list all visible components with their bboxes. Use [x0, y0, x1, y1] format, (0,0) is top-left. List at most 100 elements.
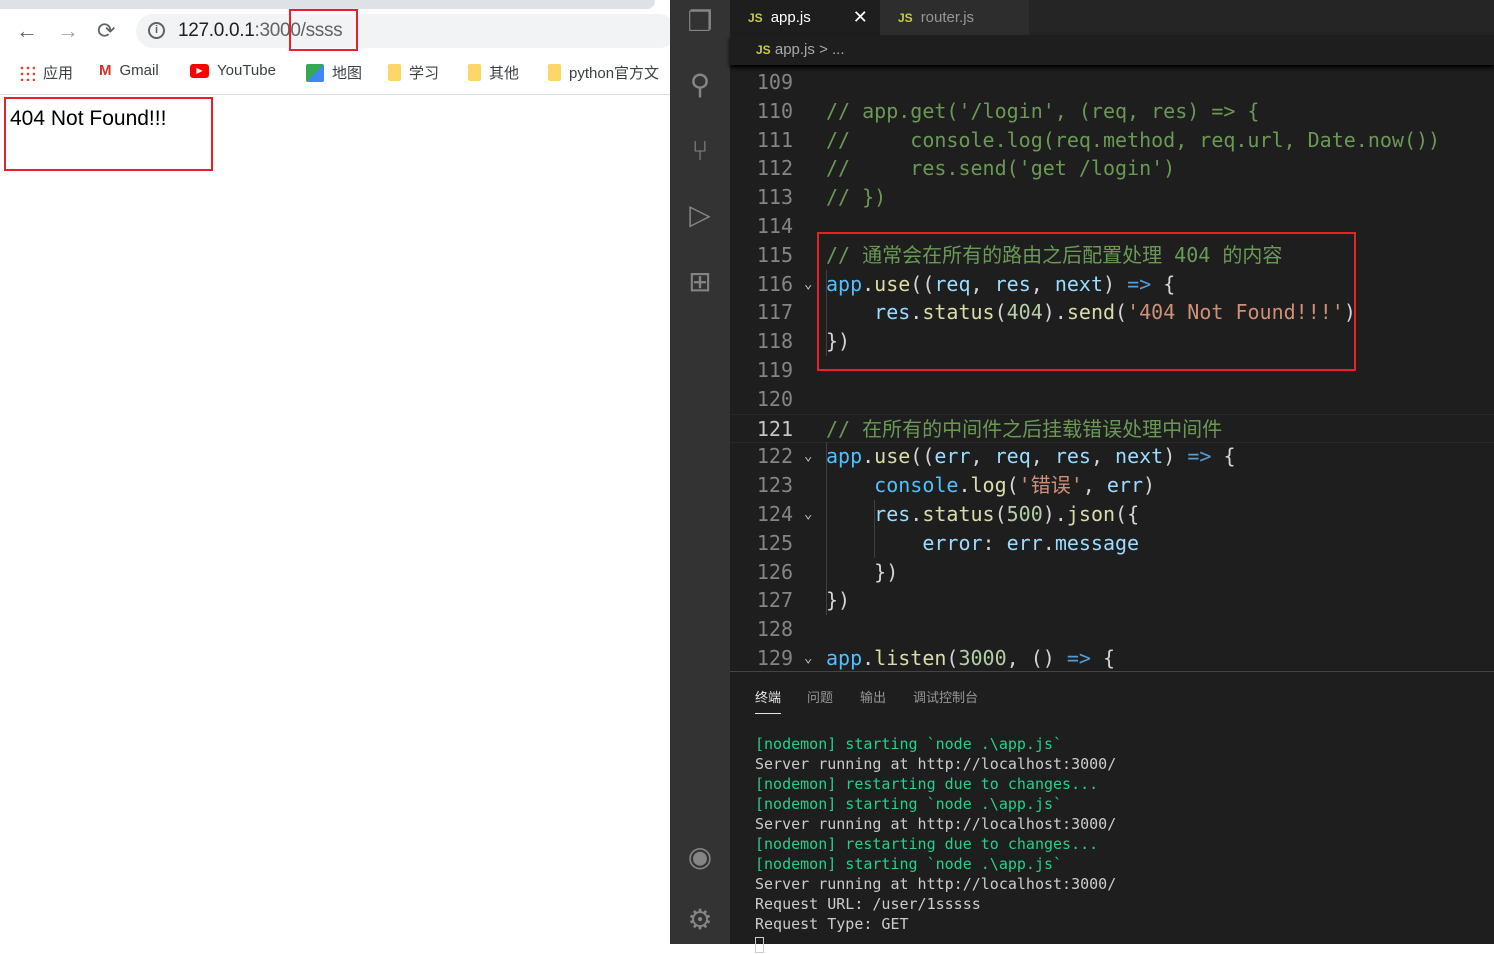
code-token: status: [922, 502, 995, 526]
code-token: .: [958, 473, 971, 498]
js-file-icon: JS: [756, 43, 771, 57]
terminal-line: Request URL: /user/1sssss: [755, 895, 981, 913]
run-debug-icon[interactable]: ▷: [683, 198, 717, 232]
terminal-line: [nodemon] starting `node .\app.js`: [755, 795, 1063, 813]
reload-button[interactable]: ⟳: [97, 18, 115, 44]
panel-tab-problems[interactable]: 问题: [807, 687, 833, 706]
youtube-icon: ▶: [190, 63, 209, 78]
code-line[interactable]: 124 ⌄ res.status(500).json({: [730, 500, 1494, 529]
line-number: 111: [756, 127, 793, 152]
line-number: 119: [756, 358, 793, 382]
bookmark-apps[interactable]: 应用: [19, 62, 73, 83]
line-number: 109: [756, 70, 793, 94]
bookmark-label: python官方文: [569, 65, 660, 82]
terminal-line: Request Type: GET: [755, 915, 909, 933]
code-line[interactable]: 112 // res.send('get /login'): [730, 154, 1494, 183]
code-line[interactable]: 110 // app.get('/login', (req, res) => {: [730, 97, 1494, 126]
code-token: ): [1142, 473, 1156, 498]
breadcrumb-separator: >: [819, 41, 828, 58]
bookmark-youtube[interactable]: ▶ YouTube: [190, 62, 276, 79]
settings-gear-icon[interactable]: ⚙: [683, 903, 717, 937]
code-line[interactable]: 126 }): [730, 558, 1494, 587]
account-icon[interactable]: ◉: [683, 840, 717, 874]
code-text: app.use((err, req, res, next) => {: [826, 442, 1236, 471]
code-token: err: [934, 444, 971, 469]
code-token: log: [970, 473, 1007, 498]
address-bar[interactable]: i 127.0.0.1:3000/ssss: [136, 14, 676, 48]
breadcrumb-symbol[interactable]: ...: [832, 41, 845, 58]
code-line[interactable]: 121 // 在所有的中间件之后挂载错误处理中间件: [730, 413, 1494, 444]
url-highlight-box: [289, 9, 358, 51]
bookmark-maps[interactable]: 地图: [306, 62, 362, 83]
code-text: // res.send('get /login'): [826, 154, 1175, 183]
line-number: 124: [756, 502, 793, 526]
close-icon[interactable]: ✕: [853, 7, 868, 28]
site-info-icon[interactable]: i: [148, 22, 165, 39]
tab-app-js[interactable]: JS app.js ✕: [730, 0, 880, 35]
code-token: =>: [1187, 444, 1212, 469]
terminal-cursor: [755, 936, 764, 953]
back-button[interactable]: ←: [16, 18, 38, 44]
bookmark-gmail[interactable]: M Gmail: [99, 62, 159, 79]
line-number: 129: [756, 646, 793, 670]
code-line[interactable]: 128: [730, 615, 1494, 644]
code-token: ,: [1082, 473, 1107, 498]
extensions-icon[interactable]: ⊞: [683, 265, 717, 299]
apps-grid-icon: [19, 64, 35, 81]
fold-chevron-icon[interactable]: ⌄: [804, 644, 812, 671]
code-token: 3000: [958, 646, 1007, 670]
code-text: // 在所有的中间件之后挂载错误处理中间件: [826, 415, 1222, 444]
code-line[interactable]: 123 console.log('错误', err): [730, 471, 1494, 500]
code-token: // console.log(req.method, req.url, Date…: [826, 127, 1441, 152]
line-number: 110: [756, 98, 793, 123]
forward-button[interactable]: →: [57, 18, 79, 44]
fold-chevron-icon[interactable]: ⌄: [804, 270, 812, 299]
breadcrumb-file[interactable]: app.js: [775, 41, 815, 58]
panel-tab-debug-console[interactable]: 调试控制台: [913, 687, 978, 706]
bookmark-label: Gmail: [119, 62, 159, 79]
code-line[interactable]: 122 ⌄ app.use((err, req, res, next) => {: [730, 442, 1494, 471]
code-text: res.status(500).json({: [826, 500, 1139, 529]
maps-icon: [306, 63, 324, 82]
terminal-line: Server running at http://localhost:3000/: [755, 875, 1117, 893]
code-line[interactable]: 125 error: err.message: [730, 529, 1494, 558]
code-token: ,: [1030, 444, 1055, 469]
code-line[interactable]: 111 // console.log(req.method, req.url, D…: [730, 126, 1494, 155]
indent-guide: [826, 442, 827, 616]
code-line[interactable]: 113 // }): [730, 183, 1494, 212]
code-line[interactable]: 129 ⌄ app.listen(3000, () => {: [730, 644, 1494, 671]
bookmark-folder-python[interactable]: python官方文: [548, 62, 659, 83]
line-number: 127: [756, 588, 793, 613]
code-text: // console.log(req.method, req.url, Date…: [826, 126, 1440, 155]
bookmark-folder-other[interactable]: 其他: [468, 62, 519, 83]
tab-router-js[interactable]: JS router.js: [880, 0, 1029, 35]
code-line[interactable]: 109: [730, 68, 1494, 97]
fold-chevron-icon[interactable]: ⌄: [804, 500, 812, 529]
search-icon[interactable]: ⚲: [683, 68, 717, 102]
bookmark-label: 地图: [332, 65, 363, 82]
fold-chevron-icon[interactable]: ⌄: [804, 442, 812, 471]
code-token: .: [862, 646, 875, 670]
url-host: 127.0.0.1: [178, 20, 255, 41]
explorer-icon[interactable]: ❐: [683, 5, 717, 39]
bookmark-folder-study[interactable]: 学习: [388, 62, 439, 83]
code-token: // app.get('/login', (req, res) => {: [826, 98, 1260, 123]
code-token: res: [1054, 444, 1091, 469]
js-file-icon: JS: [748, 10, 763, 25]
source-control-icon[interactable]: ⑂: [683, 134, 717, 168]
code-line[interactable]: 120: [730, 385, 1494, 414]
code-token: =>: [1066, 646, 1091, 670]
terminal-output[interactable]: [nodemon] starting `node .\app.js` Server…: [755, 734, 1116, 954]
code-token: ,: [970, 444, 995, 469]
tab-label: router.js: [920, 9, 975, 26]
panel-tab-output[interactable]: 输出: [860, 687, 886, 706]
code-token: err: [1106, 473, 1143, 498]
panel-tab-terminal[interactable]: 终端: [755, 687, 782, 714]
folder-icon: [468, 64, 481, 81]
code-token: 500: [1006, 502, 1043, 526]
line-number: 116: [756, 271, 793, 296]
bottom-panel: 终端 问题 输出 调试控制台 [nodemon] starting `node …: [730, 671, 1494, 953]
code-line[interactable]: 127}): [730, 586, 1494, 615]
line-number: 118: [756, 329, 793, 354]
code-text: app.listen(3000, () => {: [826, 644, 1115, 671]
